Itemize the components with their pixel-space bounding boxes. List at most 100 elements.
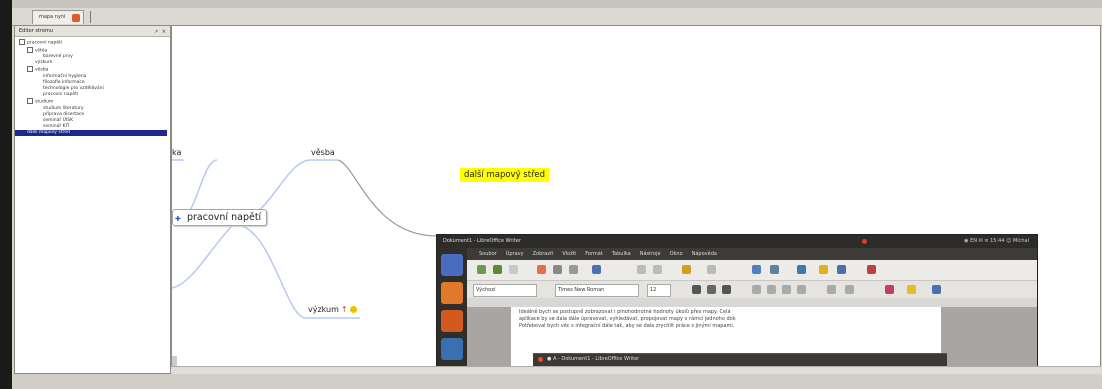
close-icon[interactable] xyxy=(72,14,81,22)
tree-item-label: další mapový střed xyxy=(27,130,70,136)
navigator-icon[interactable] xyxy=(819,265,828,274)
preview-icon[interactable] xyxy=(569,265,578,274)
new-icon[interactable] xyxy=(477,265,486,274)
cut-icon[interactable] xyxy=(637,265,646,274)
align-left-icon[interactable] xyxy=(752,285,761,294)
lo-menu-item[interactable]: Formát xyxy=(585,251,603,257)
tree-item-label: věsba xyxy=(35,67,49,73)
image-icon[interactable] xyxy=(770,265,779,274)
lo-menu-item[interactable]: Úpravy xyxy=(506,251,524,257)
font-select[interactable]: Times New Roman xyxy=(555,284,639,297)
table-icon[interactable] xyxy=(752,265,761,274)
doc-line: Ideálně bych se postupně zobrazovat i pl… xyxy=(519,309,731,315)
tree-item-label: příprava disertace xyxy=(43,112,85,118)
firefox-icon[interactable] xyxy=(441,310,463,332)
spellcheck-icon[interactable] xyxy=(592,265,601,274)
print-icon[interactable] xyxy=(553,265,562,274)
libreoffice-preview[interactable]: Dokument1 - LibreOffice Writer ◉ EN ✉ ≡ … xyxy=(436,234,1038,376)
gallery-icon[interactable] xyxy=(837,265,846,274)
collapse-toggle-icon[interactable] xyxy=(27,66,33,73)
files-icon[interactable] xyxy=(441,282,463,304)
lo-menu-item[interactable]: Nápověda xyxy=(692,251,717,257)
flag-icon: ↑ xyxy=(340,305,348,314)
tree-item-label: studium literatury xyxy=(43,105,84,111)
tree-item[interactable]: věsba xyxy=(19,66,170,74)
collapse-toggle-icon[interactable] xyxy=(27,46,33,53)
tree-editor-title: Editor stromu xyxy=(19,28,53,34)
line-to-left xyxy=(172,225,233,289)
line-to-dialog xyxy=(337,159,438,237)
tree-item-label: informační hygiena xyxy=(43,73,87,79)
style-select[interactable]: Výchozí xyxy=(473,284,537,297)
panel-buttons[interactable]: ↗ × xyxy=(154,27,167,37)
save-icon[interactable] xyxy=(509,265,518,274)
lo-titlebar: Dokument1 - LibreOffice Writer ◉ EN ✉ ≡ … xyxy=(437,235,1037,248)
collapse-toggle-icon[interactable] xyxy=(19,39,25,45)
tree-item-label: pracovní napětí xyxy=(43,92,79,98)
horizontal-scrollbar[interactable] xyxy=(171,366,1101,374)
tree-item[interactable]: studium xyxy=(19,98,170,106)
open-icon[interactable] xyxy=(493,265,502,274)
lo-menu-item[interactable]: Okno xyxy=(670,251,683,257)
unity-launcher xyxy=(437,248,467,375)
floating-node[interactable]: další mapový střed xyxy=(460,168,549,182)
underline-icon[interactable] xyxy=(722,285,731,294)
central-node[interactable]: ✚ pracovní napětí xyxy=(172,209,268,226)
node-vyzkum[interactable]: výzkum ↑ xyxy=(308,305,357,314)
list-icon[interactable] xyxy=(827,285,836,294)
node-vyuka[interactable]: věsba xyxy=(311,148,335,157)
tree-item-label: seminář KIT xyxy=(43,124,70,130)
undo-icon[interactable] xyxy=(707,265,716,274)
collapse-toggle-icon[interactable] xyxy=(27,98,33,105)
align-center-icon[interactable] xyxy=(767,285,776,294)
help-icon[interactable] xyxy=(867,265,876,274)
tree-item-label: technologie pro vzdělávání xyxy=(43,86,104,92)
tree-item[interactable]: vštěa xyxy=(19,46,170,55)
tree-editor-panel: Editor stromu ↗ × pracovní napětí vštěa ba… xyxy=(14,25,171,374)
tree-item-label: výzkum xyxy=(35,60,53,66)
chart-icon[interactable] xyxy=(797,265,806,274)
tab-strip: mapa nyni xyxy=(12,8,1102,26)
tree-editor-header: Editor stromu ↗ × xyxy=(15,26,170,37)
doc-line: aplikace by se dala dále úpravovat, vyhl… xyxy=(519,316,736,322)
node-vyzkum-label: výzkum xyxy=(308,305,339,314)
numbered-list-icon[interactable] xyxy=(845,285,854,294)
lo-menubar: Soubor Úpravy Zobrazit Vložit Formát Tabulka N… xyxy=(467,248,1037,260)
lo-standard-toolbar xyxy=(467,260,1037,280)
expand-icon: ✚ xyxy=(175,215,181,223)
node-ka[interactable]: ka xyxy=(172,148,181,157)
lo-menu-item[interactable]: Nástroje xyxy=(640,251,661,257)
font-color-icon[interactable] xyxy=(885,285,894,294)
font-size-select[interactable]: 12 xyxy=(647,284,671,297)
tree-view[interactable]: pracovní napětí vštěa barevné prvy výzkum vě… xyxy=(15,37,170,137)
lo-title: Dokument1 - LibreOffice Writer xyxy=(443,238,521,244)
justify-icon[interactable] xyxy=(797,285,806,294)
writer-icon[interactable] xyxy=(441,338,463,360)
lo-menu-item[interactable]: Vložit xyxy=(562,251,576,257)
lo-menu-item[interactable]: Soubor xyxy=(479,251,497,257)
background-color-icon[interactable] xyxy=(932,285,941,294)
highlight-icon[interactable] xyxy=(907,285,916,294)
tree-item-label: barevné prvy xyxy=(43,54,73,60)
tree-item[interactable]: pracovní napětí xyxy=(19,39,170,47)
dash-icon[interactable] xyxy=(441,254,463,276)
tree-item[interactable]: další mapový střed xyxy=(15,130,167,137)
tab-map[interactable]: mapa nyni xyxy=(32,10,85,24)
italic-icon[interactable] xyxy=(707,285,716,294)
pdf-icon[interactable] xyxy=(537,265,546,274)
line-to-vyzkum xyxy=(241,225,306,319)
desktop-edge xyxy=(0,0,12,389)
lo-formatting-toolbar: Výchozí Times New Roman 12 xyxy=(467,280,1037,299)
paste-icon[interactable] xyxy=(682,265,691,274)
tree-item-label: filozofie informace xyxy=(43,80,85,86)
copy-icon[interactable] xyxy=(653,265,662,274)
lo-menu-item[interactable]: Zobrazit xyxy=(533,251,554,257)
tab-separator xyxy=(90,11,91,23)
lo-taskbar-title: ● A - Dokument1 - LibreOffice Writer xyxy=(547,356,640,362)
align-right-icon[interactable] xyxy=(782,285,791,294)
bold-icon[interactable] xyxy=(692,285,701,294)
lo-menu-item[interactable]: Tabulka xyxy=(612,251,631,257)
tab-label: mapa nyni xyxy=(39,14,66,20)
canvas-corner xyxy=(172,356,177,366)
close-icon[interactable] xyxy=(538,357,543,362)
